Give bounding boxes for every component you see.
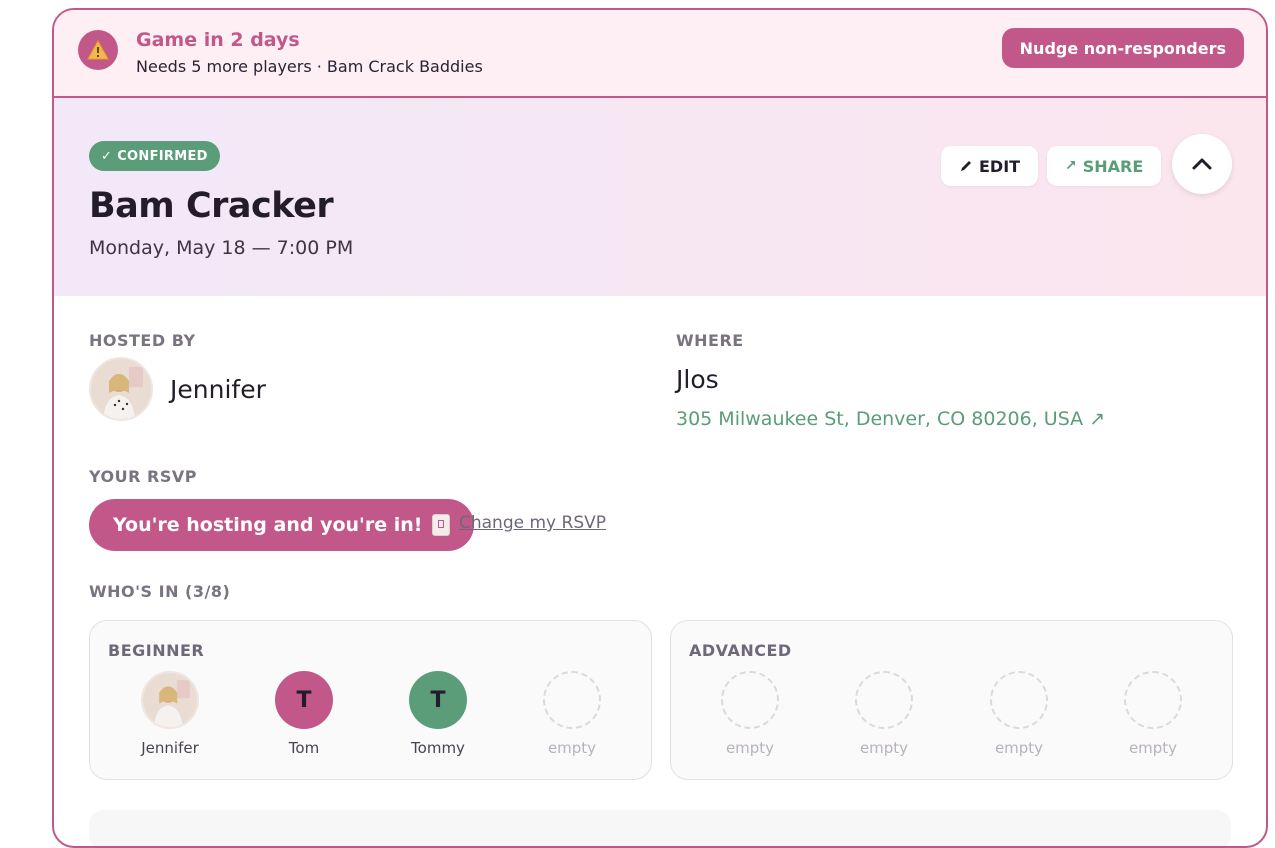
whos-in-label: WHO'S IN (3/8) <box>89 582 231 601</box>
warning-icon <box>78 30 118 70</box>
event-date: Monday, May 18 — 7:00 PM <box>89 237 354 259</box>
empty-slot-circle <box>1124 671 1182 729</box>
empty-slot[interactable]: empty <box>522 671 622 757</box>
empty-slot[interactable]: empty <box>969 671 1069 757</box>
change-rsvp-link[interactable]: Change my RSVP <box>459 513 606 533</box>
player-name: Jennifer <box>141 739 199 757</box>
next-section-panel <box>89 810 1231 846</box>
player-initial-avatar: T <box>275 671 333 729</box>
player-name: Tom <box>288 739 320 757</box>
empty-slot[interactable]: empty <box>700 671 800 757</box>
share-label: SHARE <box>1082 156 1144 176</box>
check-icon: ✓ <box>101 148 113 164</box>
empty-slot-label: empty <box>994 739 1044 757</box>
status-label: CONFIRMED <box>117 148 208 164</box>
group-label: ADVANCED <box>689 641 792 660</box>
mahjong-tile-icon <box>432 514 451 536</box>
alert-subtitle: Needs 5 more players · Bam Crack Baddies <box>136 57 483 76</box>
player-slot[interactable]: Jennifer <box>120 671 220 757</box>
player-slot[interactable]: T Tom <box>254 671 354 757</box>
edit-button[interactable]: EDIT <box>941 146 1039 186</box>
venue-name: Jlos <box>676 365 719 394</box>
event-title: Bam Cracker <box>89 186 334 226</box>
edit-label: EDIT <box>979 156 1021 176</box>
chevron-up-icon <box>1192 158 1212 170</box>
status-badge: ✓ CONFIRMED <box>89 141 220 171</box>
venue-address-link[interactable]: 305 Milwaukee St, Denver, CO 80206, USA … <box>676 408 1105 430</box>
group-label: BEGINNER <box>108 641 205 660</box>
advanced-group: ADVANCED empty empty empty empty <box>670 620 1233 780</box>
empty-slot-label: empty <box>547 739 597 757</box>
player-initial-avatar: T <box>409 671 467 729</box>
empty-slot[interactable]: empty <box>834 671 934 757</box>
beginner-group: BEGINNER Jennifer T Tom T Tommy empty <box>89 620 652 780</box>
arrow-up-right-icon: ↗ <box>1065 158 1077 174</box>
avatar <box>89 357 153 421</box>
collapse-button[interactable] <box>1172 134 1232 194</box>
empty-slot-circle <box>721 671 779 729</box>
alert-banner: Game in 2 days Needs 5 more players · Ba… <box>54 10 1266 98</box>
empty-slot-circle <box>543 671 601 729</box>
empty-slot-label: empty <box>725 739 775 757</box>
host-name: Jennifer <box>170 375 266 404</box>
your-rsvp-label: YOUR RSVP <box>89 467 197 486</box>
where-label: WHERE <box>676 331 744 350</box>
game-card: Game in 2 days Needs 5 more players · Ba… <box>52 8 1268 848</box>
empty-slot-label: empty <box>859 739 909 757</box>
share-button[interactable]: ↗ SHARE <box>1047 146 1162 186</box>
nudge-button[interactable]: Nudge non-responders <box>1001 28 1244 68</box>
empty-slot-circle <box>855 671 913 729</box>
rsvp-status-text: You're hosting and you're in! <box>113 514 423 536</box>
pencil-icon <box>961 161 971 171</box>
empty-slot-circle <box>990 671 1048 729</box>
avatar <box>141 671 199 729</box>
rsvp-status-button[interactable]: You're hosting and you're in! <box>89 499 475 551</box>
player-slot[interactable]: T Tommy <box>388 671 488 757</box>
empty-slot-label: empty <box>1128 739 1178 757</box>
hosted-by-label: HOSTED BY <box>89 331 196 350</box>
alert-title: Game in 2 days <box>136 29 300 51</box>
empty-slot[interactable]: empty <box>1103 671 1203 757</box>
player-name: Tommy <box>411 739 465 757</box>
event-header: ✓ CONFIRMED Bam Cracker Monday, May 18 —… <box>54 98 1266 296</box>
